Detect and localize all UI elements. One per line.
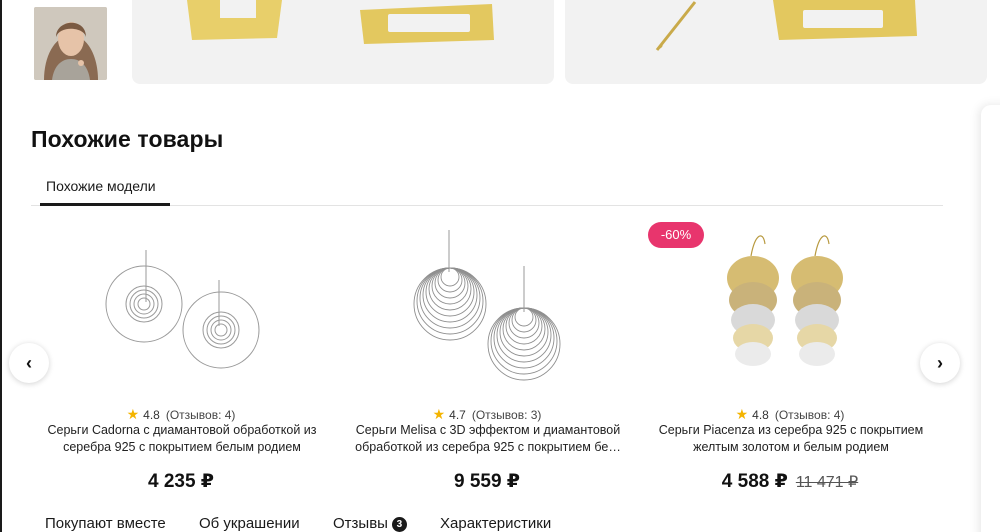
page-left-border [0, 0, 2, 532]
reviews-count-badge: 3 [391, 517, 407, 532]
active-tab-indicator [40, 203, 170, 206]
product-price: 9 559 ₽ [342, 470, 632, 493]
product-image[interactable] [36, 220, 326, 390]
product-card[interactable]: ★ 4.8 (Отзывов: 4) Серьги Cadorna с диаман… [36, 220, 326, 500]
product-name[interactable]: Серьги Melisa с 3D эффектом и диамантово… [350, 422, 626, 456]
side-panel [981, 105, 1000, 532]
earring-image [655, 0, 917, 51]
product-image[interactable] [342, 220, 632, 390]
product-card[interactable]: ★ 4.7 (Отзывов: 3) Серьги Melisa с 3D эффе… [342, 220, 632, 500]
nav-bought-together[interactable]: Покупают вместе [45, 515, 166, 532]
nav-about-jewelry[interactable]: Об украшении [199, 515, 300, 532]
carousel-prev-button[interactable]: ‹ [9, 343, 49, 383]
star-icon: ★ [735, 406, 749, 422]
rating-value: 4.8 [752, 408, 769, 422]
product-name[interactable]: Серьги Cadorna с диамантовой обработкой … [44, 422, 320, 456]
rating-value: 4.7 [449, 408, 466, 422]
old-price: 11 471 ₽ [795, 474, 859, 491]
current-price: 9 559 ₽ [453, 471, 521, 492]
reviews-count: (Отзывов: 3) [471, 408, 542, 422]
product-rating: ★ 4.8 (Отзывов: 4) [36, 406, 326, 423]
nav-characteristics[interactable]: Характеристики [440, 515, 551, 532]
current-price: 4 588 ₽ [721, 471, 788, 492]
product-name[interactable]: Серьги Piacenza из серебра 925 с покрыти… [653, 422, 929, 456]
gallery-thumbnail[interactable] [34, 7, 107, 80]
carousel-next-button[interactable]: › [920, 343, 960, 383]
nav-reviews[interactable]: Отзывы 3 [333, 515, 407, 532]
discount-badge: -60% [648, 222, 704, 248]
earring-image [187, 0, 494, 44]
product-price: 4 235 ₽ [36, 470, 326, 493]
product-card[interactable]: ★ 4.8 (Отзывов: 4) Серьги Piacenza из сере… [645, 220, 935, 500]
reviews-count: (Отзывов: 4) [165, 408, 236, 422]
star-icon: ★ [126, 406, 140, 422]
nav-reviews-label: Отзывы [333, 515, 388, 532]
tab-similar-models[interactable]: Похожие модели [40, 176, 162, 206]
chevron-right-icon: › [937, 352, 943, 373]
star-icon: ★ [432, 406, 446, 422]
rating-value: 4.8 [143, 408, 160, 422]
product-rating: ★ 4.8 (Отзывов: 4) [645, 406, 935, 423]
product-rating: ★ 4.7 (Отзывов: 3) [342, 406, 632, 423]
gallery-image-panel[interactable] [565, 0, 987, 84]
model-photo-image [34, 7, 107, 80]
chevron-left-icon: ‹ [26, 352, 32, 373]
gallery-image-panel[interactable] [132, 0, 554, 84]
section-title: Похожие товары [31, 126, 224, 152]
reviews-count: (Отзывов: 4) [774, 408, 845, 422]
earring-cadorna-image [105, 250, 260, 369]
similar-tabs: Похожие модели [31, 176, 943, 206]
earring-melisa-image [413, 230, 561, 381]
current-price: 4 235 ₽ [147, 471, 215, 492]
product-price: 4 588 ₽ 11 471 ₽ [645, 470, 935, 493]
